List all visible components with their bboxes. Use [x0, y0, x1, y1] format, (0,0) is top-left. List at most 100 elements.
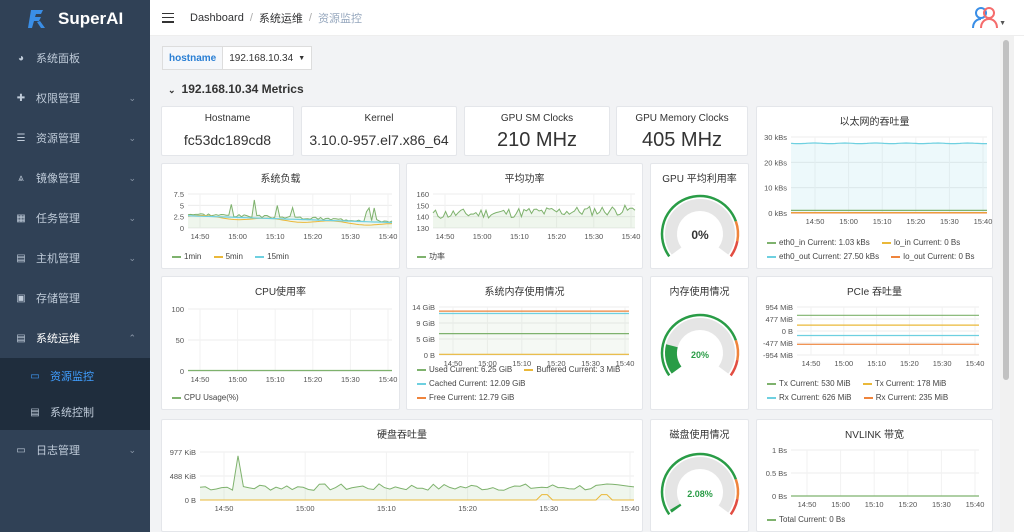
system-load-graph: 7.5 5 2.5 0 14:50 15:00 15:10 15:20 15:30 15:40: [174, 190, 398, 241]
scrollbar-thumb[interactable]: [1003, 40, 1009, 380]
sidebar-item-label: 权限管理: [36, 93, 80, 105]
x-tick-label: 15:00: [228, 375, 247, 384]
sidebar-item-label: 资源管理: [36, 133, 80, 145]
gauge-value-arc: [665, 344, 682, 374]
chevron-down-icon: ⌄: [168, 85, 176, 95]
sidebar-item-8[interactable]: ▤ 系统运维 ⌃: [0, 318, 150, 358]
x-tick-label: 15:00: [834, 359, 853, 368]
x-tick-label: 14:50: [436, 232, 455, 241]
page-edge: [1014, 36, 1024, 532]
disk-throughput-graph: 977 KiB 488 KiB 0 B 14:50 15:00 15:10 15:20 15:…: [170, 448, 640, 513]
legend-item[interactable]: Used Current: 6.25 GiB: [417, 363, 512, 377]
y-tick-label: 150: [416, 201, 429, 210]
legend-item[interactable]: CPU Usage(%): [172, 391, 239, 405]
y-tick-label: 0 B: [782, 327, 793, 336]
x-tick-label: 15:20: [900, 359, 919, 368]
image-icon: ⩓: [18, 172, 24, 184]
topbar: Dashboard / 系统运维 / 资源监控 ▼: [150, 0, 1024, 36]
legend-item[interactable]: lo_in Current: 0 Bs: [881, 236, 960, 250]
control-icon: ▤: [30, 406, 40, 418]
legend-item[interactable]: Tx Current: 530 MiB: [767, 377, 851, 391]
y-tick-label: 160: [416, 190, 429, 199]
x-tick-label: 15:20: [906, 217, 925, 226]
legend-item[interactable]: Buffered Current: 3 MiB: [524, 363, 620, 377]
sidebar-item-3[interactable]: ☰ 资源管理 ⌄: [0, 118, 150, 158]
row-title[interactable]: ⌄ 192.168.10.34 Metrics: [168, 82, 304, 96]
x-tick-label: 15:10: [873, 217, 892, 226]
x-tick-label: 15:20: [458, 504, 477, 513]
legend-item[interactable]: lo_out Current: 0 Bs: [891, 250, 974, 264]
memory-usage-gauge: 20%: [660, 313, 740, 377]
gauge-track: [665, 457, 735, 513]
panel-kernel: Kernel 3.10.0-957.el7.x86_64: [301, 106, 457, 156]
breadcrumb-ops[interactable]: 系统运维: [259, 10, 303, 26]
x-tick-label: 15:30: [341, 375, 360, 384]
sidebar-item-10[interactable]: ▤ 系统控制: [0, 394, 150, 430]
sidebar-item-6[interactable]: ▤ 主机管理 ⌄: [0, 238, 150, 278]
legend-item[interactable]: Tx Current: 178 MiB: [862, 377, 946, 391]
app-logo[interactable]: SuperAI: [0, 0, 150, 38]
legend-item[interactable]: Total Current: 0 Bs: [767, 513, 845, 527]
legend: CPU Usage(%): [172, 391, 249, 405]
legend-label: CPU Usage(%): [184, 393, 239, 402]
legend: 1min 5min 15min: [172, 250, 299, 264]
sidebar-item-9[interactable]: ▭ 资源监控: [0, 358, 150, 394]
legend-item[interactable]: 功率: [417, 250, 445, 264]
legend-item[interactable]: eth0_out Current: 27.50 kBs: [767, 250, 879, 264]
hamburger-icon[interactable]: [162, 12, 174, 23]
panel-gpu-utilization: GPU 平均利用率 0%: [650, 163, 749, 269]
x-tick-label: 15:40: [379, 232, 398, 241]
panel-title: Hostname: [204, 113, 251, 124]
x-tick-label: 15:30: [341, 232, 360, 241]
legend-item[interactable]: 15min: [255, 250, 289, 264]
caret-down-icon[interactable]: ▼: [999, 20, 1006, 27]
sidebar-item-5[interactable]: ▦ 任务管理 ⌄: [0, 198, 150, 238]
breadcrumb-dashboard[interactable]: Dashboard: [190, 12, 244, 24]
x-tick-label: 15:40: [379, 375, 398, 384]
sidebar-item-label: 任务管理: [36, 213, 80, 225]
gauge-threshold-orange: [734, 220, 740, 242]
sidebar-item-7[interactable]: ▣ 存储管理: [0, 278, 150, 318]
series-load-1min-fill: [188, 200, 392, 228]
ops-icon: ▤: [16, 332, 26, 344]
sidebar-item-11[interactable]: ▭ 日志管理 ⌄: [0, 430, 150, 470]
x-tick-label: 15:30: [933, 359, 952, 368]
legend-label: 5min: [225, 252, 243, 261]
breadcrumb-separator: /: [249, 11, 253, 24]
sidebar-item-label: 日志管理: [36, 445, 80, 457]
x-tick-label: 15:10: [865, 500, 884, 509]
sidebar-item-label: 系统控制: [50, 407, 94, 419]
scrollbar[interactable]: [1000, 36, 1014, 532]
legend: eth0_in Current: 1.03 kBs lo_in Current:…: [767, 236, 987, 264]
legend-item[interactable]: Rx Current: 235 MiB: [863, 391, 948, 405]
legend-item[interactable]: Rx Current: 626 MiB: [767, 391, 851, 405]
legend: 功率: [417, 250, 455, 264]
monitor-icon: ▭: [30, 370, 40, 382]
y-tick-label: 5: [180, 201, 184, 210]
sidebar-item-1[interactable]: ◕ 系统面板: [0, 38, 150, 78]
legend-label: Cached Current: 12.09 GiB: [429, 379, 526, 388]
y-tick-label: 477 MiB: [765, 315, 793, 324]
legend-label: Free Current: 12.79 GiB: [429, 393, 515, 402]
average-power-graph: 160 150 140 130 14:50 15:00 15:10 15:20 15:30 15:…: [416, 190, 640, 241]
y-tick-label: 5 GiB: [416, 335, 435, 344]
legend-item[interactable]: Cached Current: 12.09 GiB: [417, 377, 526, 391]
legend-item[interactable]: 1min: [172, 250, 201, 264]
hostname-variable[interactable]: hostname 192.168.10.34 ▼: [162, 46, 313, 70]
avatar[interactable]: [972, 6, 998, 30]
legend-item[interactable]: Free Current: 12.79 GiB: [417, 391, 514, 405]
x-tick-label: 14:50: [806, 217, 825, 226]
sidebar-item-2[interactable]: ✚ 权限管理 ⌄: [0, 78, 150, 118]
series-eth0-out: [790, 142, 987, 145]
panel-title: 平均功率: [504, 174, 545, 185]
panel-system-memory: 系统内存使用情况 14 GiB 9 GiB 5 GiB 0 B 14:50 15:00 15…: [406, 276, 643, 410]
legend-item[interactable]: eth0_in Current: 1.03 kBs: [767, 236, 870, 250]
x-tick-label: 15:10: [377, 504, 396, 513]
panel-nvlink-bandwidth: NVLINK 带宽 1 Bs 0.5 Bs 0 Bs 14:50 15:00 15:10 1…: [756, 419, 993, 532]
row-title-text: 192.168.10.34 Metrics: [181, 82, 304, 96]
sidebar-item-4[interactable]: ⩓ 镜像管理 ⌄: [0, 158, 150, 198]
x-tick-label: 15:30: [940, 217, 959, 226]
y-tick-label: 10 kBs: [764, 184, 787, 193]
hostname-select[interactable]: 192.168.10.34 ▼: [223, 47, 311, 69]
legend-item[interactable]: 5min: [213, 250, 243, 264]
